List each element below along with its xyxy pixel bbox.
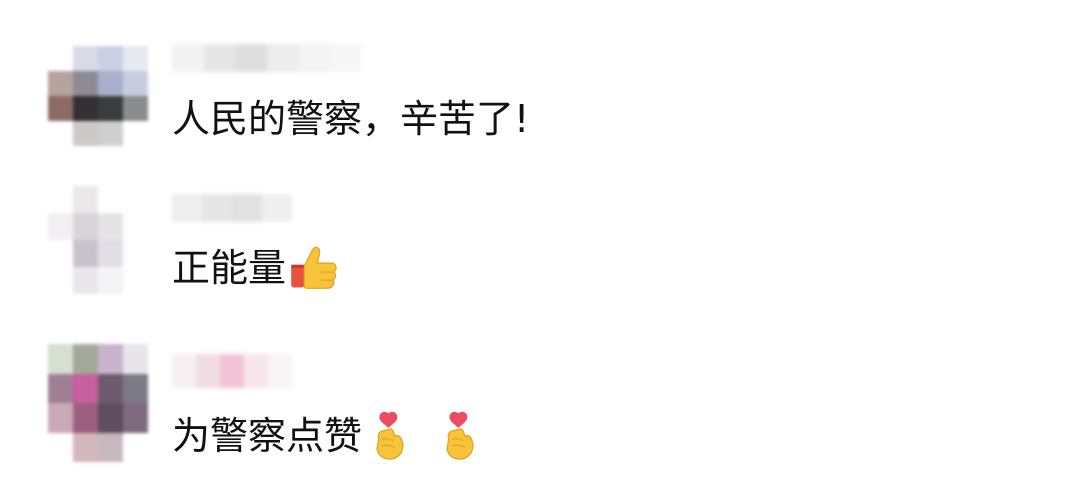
avatar-pixel xyxy=(73,344,98,374)
avatar-pixel xyxy=(48,240,73,267)
avatar-pixel xyxy=(123,46,148,71)
username-blurred[interactable] xyxy=(172,44,362,72)
avatar-pixel xyxy=(48,46,73,71)
avatar-pixel xyxy=(98,121,123,146)
avatar-pixel xyxy=(123,213,148,240)
avatar-pixel xyxy=(98,432,123,462)
username-pixel xyxy=(266,44,299,72)
avatar[interactable] xyxy=(48,344,148,462)
avatar-pixel xyxy=(123,71,148,96)
username-pixel xyxy=(232,194,262,222)
avatar-pixel xyxy=(123,121,148,146)
avatar-pixel xyxy=(48,96,73,121)
finger-heart-icon xyxy=(364,410,416,462)
avatar-pixel xyxy=(48,403,73,433)
avatar-pixel xyxy=(123,432,148,462)
avatar-pixel xyxy=(123,267,148,294)
comment-text: 正能量 xyxy=(172,242,340,294)
comment-text: 为警察点赞 xyxy=(172,410,486,462)
username-blurred[interactable] xyxy=(172,354,292,388)
avatar-pixel xyxy=(98,71,123,96)
avatar-pixel xyxy=(73,71,98,96)
username-pixel xyxy=(244,354,268,388)
avatar-pixel xyxy=(98,267,123,294)
avatar-pixel xyxy=(98,403,123,433)
avatar-pixel xyxy=(73,213,98,240)
avatar[interactable] xyxy=(48,46,148,146)
avatar-pixel xyxy=(98,213,123,240)
avatar-pixel xyxy=(98,96,123,121)
avatar[interactable] xyxy=(48,186,148,294)
username-pixel xyxy=(298,44,331,72)
avatar-pixel xyxy=(98,240,123,267)
avatar-pixel xyxy=(73,267,98,294)
avatar-pixel xyxy=(73,373,98,403)
finger-heart-icon xyxy=(434,410,486,462)
username-pixel xyxy=(262,194,292,222)
avatar-pixel xyxy=(73,186,98,213)
avatar-pixel xyxy=(123,344,148,374)
avatar-pixel xyxy=(73,96,98,121)
username-pixel xyxy=(172,194,202,222)
avatar-pixel xyxy=(48,121,73,146)
avatar-pixel xyxy=(123,186,148,213)
avatar-pixel xyxy=(123,240,148,267)
thumbs-up-icon xyxy=(288,242,340,294)
username-pixel xyxy=(172,44,204,72)
avatar-pixel xyxy=(73,240,98,267)
username-pixel xyxy=(202,194,232,222)
avatar-pixel xyxy=(123,373,148,403)
comment-text-content: 正能量 xyxy=(172,246,287,290)
username-pixel xyxy=(235,44,267,72)
avatar-pixel xyxy=(123,403,148,433)
avatar-pixel xyxy=(98,186,123,213)
avatar-pixel xyxy=(73,121,98,146)
username-pixel xyxy=(268,354,292,388)
comment-text: 人民的警察，辛苦了! xyxy=(172,94,529,144)
avatar-pixel xyxy=(48,186,73,213)
avatar-pixel xyxy=(73,46,98,71)
avatar-pixel xyxy=(123,96,148,121)
comment-text-content: 人民的警察，辛苦了! xyxy=(172,97,530,141)
username-pixel xyxy=(203,44,236,72)
avatar-pixel xyxy=(73,403,98,433)
avatar-pixel xyxy=(98,373,123,403)
comment-text-content: 为警察点赞 xyxy=(172,414,363,458)
avatar-pixel xyxy=(98,46,123,71)
avatar-pixel xyxy=(73,432,98,462)
username-pixel xyxy=(330,44,362,72)
avatar-pixel xyxy=(48,213,73,240)
avatar-pixel xyxy=(48,267,73,294)
avatar-pixel xyxy=(48,432,73,462)
avatar-pixel xyxy=(48,344,73,374)
username-blurred[interactable] xyxy=(172,194,292,222)
avatar-pixel xyxy=(48,373,73,403)
username-pixel xyxy=(172,354,196,388)
username-pixel xyxy=(196,354,220,388)
avatar-pixel xyxy=(48,71,73,96)
avatar-pixel xyxy=(98,344,123,374)
username-pixel xyxy=(220,354,244,388)
